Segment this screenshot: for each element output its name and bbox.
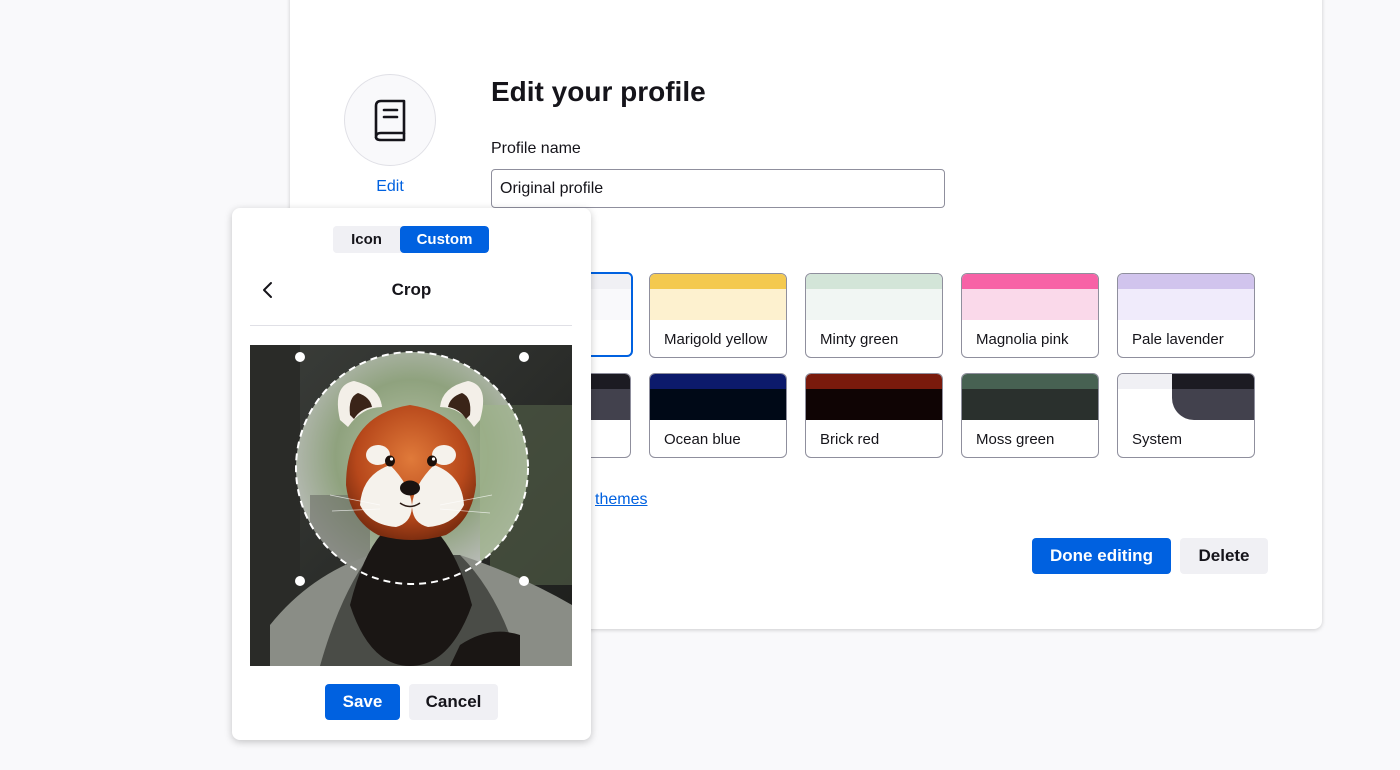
theme-swatch-mid	[650, 289, 786, 320]
crop-title: Crop	[391, 280, 432, 299]
theme-swatch-mid	[650, 389, 786, 420]
theme-swatch-top	[806, 274, 942, 289]
avatar-popup: Icon Custom Crop Save Cancel	[232, 208, 591, 740]
theme-label: Brick red	[820, 431, 880, 448]
theme-swatch-mid	[962, 389, 1098, 420]
book-icon	[374, 99, 406, 142]
theme-label: Pale lavender	[1132, 331, 1224, 348]
profile-avatar[interactable]	[344, 74, 436, 166]
delete-button[interactable]: Delete	[1180, 538, 1268, 574]
theme-swatch-top	[1118, 274, 1254, 289]
theme-tile-ocean-blue[interactable]: Ocean blue	[649, 373, 787, 458]
avatar-type-switch: Icon Custom	[333, 226, 489, 253]
theme-tile-magnolia-pink[interactable]: Magnolia pink	[961, 273, 1099, 358]
save-button[interactable]: Save	[325, 684, 400, 720]
divider	[250, 325, 572, 326]
theme-swatch-mid	[1118, 289, 1254, 320]
tab-icon[interactable]: Icon	[333, 226, 400, 253]
red-panda-photo	[250, 345, 572, 666]
theme-tile-moss-green[interactable]: Moss green	[961, 373, 1099, 458]
theme-label: Minty green	[820, 331, 899, 348]
theme-label: Marigold yellow	[664, 331, 768, 348]
theme-swatch-mid	[806, 389, 942, 420]
theme-swatch-top	[650, 274, 786, 289]
theme-swatch-mid	[962, 289, 1098, 320]
theme-label: Moss green	[976, 431, 1055, 448]
profile-name-label: Profile name	[491, 140, 581, 157]
theme-label: Ocean blue	[664, 431, 741, 448]
theme-swatch-top	[962, 374, 1098, 389]
theme-swatch-top	[806, 374, 942, 389]
theme-tile-pale-lavender[interactable]: Pale lavender	[1117, 273, 1255, 358]
page-title: Edit your profile	[491, 76, 706, 107]
theme-swatch-mid	[806, 289, 942, 320]
theme-label: System	[1132, 431, 1183, 448]
tab-custom[interactable]: Custom	[400, 226, 489, 253]
theme-tile-marigold-yellow[interactable]: Marigold yellow	[649, 273, 787, 358]
theme-tile-system[interactable]: System	[1117, 373, 1255, 458]
profile-name-input[interactable]	[491, 169, 945, 208]
theme-swatch-top	[962, 274, 1098, 289]
edit-avatar-link[interactable]: Edit	[344, 178, 436, 196]
theme-tile-brick-red[interactable]: Brick red	[805, 373, 943, 458]
cancel-button[interactable]: Cancel	[409, 684, 498, 720]
done-editing-button[interactable]: Done editing	[1032, 538, 1171, 574]
crop-area[interactable]	[250, 345, 572, 666]
more-themes-link[interactable]: themes	[595, 491, 647, 509]
theme-tile-minty-green[interactable]: Minty green	[805, 273, 943, 358]
theme-label: Magnolia pink	[976, 331, 1069, 348]
theme-swatch-top	[650, 374, 786, 389]
theme-swatch-dark-half	[1172, 374, 1254, 420]
